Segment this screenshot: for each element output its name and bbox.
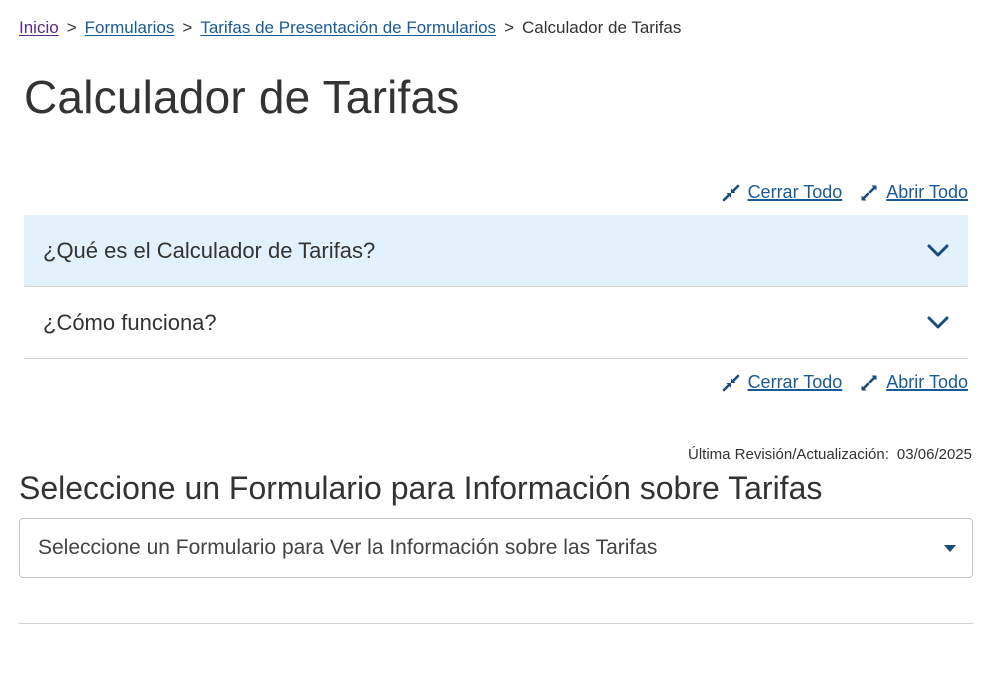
chevron-down-icon <box>927 316 949 328</box>
breadcrumb-separator: > <box>66 18 77 37</box>
accordion-item-how-it-works[interactable]: ¿Cómo funciona? <box>24 287 968 359</box>
last-updated-date: 03/06/2025 <box>896 446 972 463</box>
expand-all-button[interactable]: Abrir Todo <box>860 182 968 203</box>
breadcrumb: Inicio > Formularios > Tarifas de Presen… <box>19 17 681 39</box>
breadcrumb-separator: > <box>504 18 514 37</box>
caret-down-icon <box>944 544 956 552</box>
breadcrumb-link-forms[interactable]: Formularios <box>85 18 175 38</box>
collapse-all-button[interactable]: Cerrar Todo <box>722 182 843 203</box>
form-select-heading: Seleccione un Formulario para Informació… <box>19 470 823 506</box>
page-title: Calculador de Tarifas <box>24 71 460 123</box>
collapse-all-button[interactable]: Cerrar Todo <box>722 372 843 393</box>
expand-all-button[interactable]: Abrir Todo <box>860 372 968 393</box>
expand-all-label: Abrir Todo <box>886 372 968 392</box>
faq-accordion: ¿Qué es el Calculador de Tarifas? ¿Cómo … <box>24 215 968 359</box>
accordion-controls-top: Cerrar Todo Abrir Todo <box>722 182 968 203</box>
chevron-down-icon <box>927 244 949 256</box>
accordion-question: ¿Qué es el Calculador de Tarifas? <box>43 237 376 263</box>
breadcrumb-separator: > <box>182 18 193 37</box>
divider <box>19 623 973 624</box>
collapse-all-label: Cerrar Todo <box>747 372 843 392</box>
collapse-all-label: Cerrar Todo <box>747 182 843 202</box>
expand-icon <box>861 375 877 390</box>
form-select-dropdown[interactable]: Seleccione un Formulario para Ver la Inf… <box>19 518 973 578</box>
last-updated-label: Última Revisión/Actualización: <box>688 446 889 463</box>
breadcrumb-current: Calculador de Tarifas <box>522 18 682 37</box>
breadcrumb-link-home[interactable]: Inicio <box>19 18 59 38</box>
expand-icon <box>861 185 877 200</box>
collapse-icon <box>722 374 739 391</box>
collapse-icon <box>722 184 739 201</box>
breadcrumb-link-filing-fees[interactable]: Tarifas de Presentación de Formularios <box>200 18 496 38</box>
last-updated: Última Revisión/Actualización: 03/06/2025 <box>688 446 972 463</box>
expand-all-label: Abrir Todo <box>886 182 968 202</box>
form-select-value: Seleccione un Formulario para Ver la Inf… <box>38 536 658 559</box>
accordion-question: ¿Cómo funciona? <box>43 309 217 335</box>
accordion-controls-bottom: Cerrar Todo Abrir Todo <box>722 372 968 393</box>
accordion-item-what-is[interactable]: ¿Qué es el Calculador de Tarifas? <box>24 215 968 287</box>
